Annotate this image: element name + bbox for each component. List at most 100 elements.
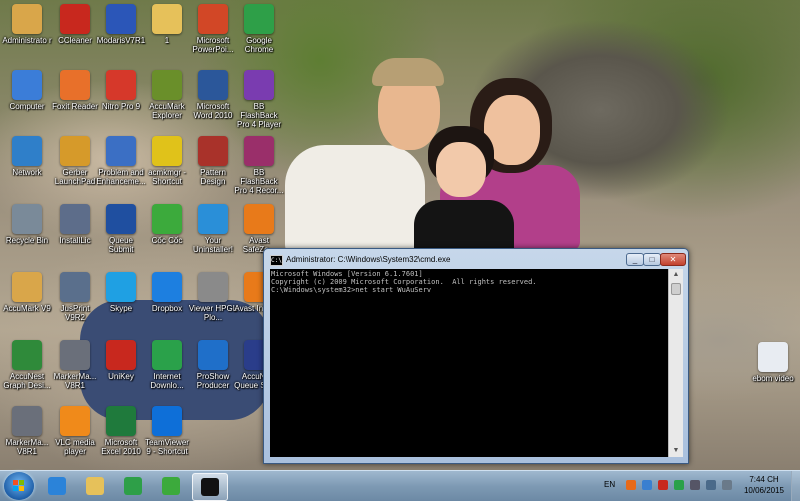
coccoc-icon	[152, 204, 182, 234]
desktop-icon[interactable]: Skype	[96, 272, 146, 313]
installlic-icon	[60, 204, 90, 234]
signal-tray-icon[interactable]	[706, 480, 716, 490]
desktop-icon[interactable]: Dropbox	[142, 272, 192, 313]
vlc-icon	[60, 406, 90, 436]
clock-date: 10/06/2015	[743, 486, 785, 495]
desktop-icon[interactable]: Nitro Pro 9	[96, 70, 146, 111]
desktop-icon[interactable]: BB FlashBack Pro 4 Recor...	[234, 136, 284, 195]
windows-logo-icon	[13, 480, 25, 492]
taskbar-item-internet-explorer[interactable]	[40, 473, 74, 499]
acmkmgr-icon	[152, 136, 182, 166]
desktop-icon[interactable]: Problem and Enhanceme...	[96, 136, 146, 186]
show-desktop-button[interactable]	[791, 471, 800, 501]
desktop-icon[interactable]: InstallLic	[50, 204, 100, 245]
scroll-up-icon[interactable]: ▲	[669, 269, 683, 281]
start-button[interactable]	[4, 472, 34, 500]
desktop-icon[interactable]: VLC media player	[50, 406, 100, 456]
teamviewer-icon	[152, 406, 182, 436]
desktop-icon[interactable]: Your Uninstaller!	[188, 204, 238, 254]
desktop-icon[interactable]: Google Chrome	[234, 4, 284, 54]
desktop-icon[interactable]: AccuNest Graph Desi...	[2, 340, 52, 390]
desktop-icon[interactable]: MarkerMa... V8R1	[2, 406, 52, 456]
jusprint-icon	[60, 272, 90, 302]
clock[interactable]: 7:44 CH 10/06/2015	[738, 474, 790, 496]
desktop-icon[interactable]: acmkmgr - Shortcut	[142, 136, 192, 186]
flag-tray-icon[interactable]	[690, 480, 700, 490]
close-button[interactable]: ✕	[660, 253, 686, 266]
desktop-icon-label: Internet Downlo...	[150, 372, 184, 390]
desktop-icon[interactable]: Network	[2, 136, 52, 177]
cmd-console[interactable]: Microsoft Windows [Version 6.1.7601] Cop…	[270, 269, 668, 457]
desktop-icon[interactable]: Cốc Cốc	[142, 204, 192, 245]
desktop-icon-label: JusPrint V9R2	[60, 304, 90, 322]
taskbar-item-command-prompt[interactable]	[192, 473, 228, 501]
desktop-icon[interactable]: Viewer HPGL Plo...	[188, 272, 238, 322]
language-indicator[interactable]: EN	[604, 480, 615, 489]
accumark-explorer-icon	[152, 70, 182, 100]
accumark-v9-icon	[12, 272, 42, 302]
markermaker-2-icon	[12, 406, 42, 436]
cmd-scrollbar[interactable]: ▲ ▼	[668, 269, 683, 457]
desktop-wallpaper[interactable]: Administrato r CCleaner ModarisV7R1 1 Micros…	[0, 0, 800, 470]
desktop-icon[interactable]: BB FlashBack Pro 4 Player	[234, 70, 284, 129]
desktop-icon[interactable]: 1	[142, 4, 192, 45]
desktop-icon[interactable]: ebom video	[748, 342, 798, 383]
desktop-icon[interactable]: Internet Downlo...	[142, 340, 192, 390]
folder-icon	[152, 4, 182, 34]
taskbar-item-google-chrome[interactable]	[116, 473, 150, 499]
nitro-pro-icon	[106, 70, 136, 100]
desktop-icon[interactable]: Computer	[2, 70, 52, 111]
desktop-icon[interactable]: Microsoft Word 2010	[188, 70, 238, 120]
desktop-icon[interactable]: Foxit Reader	[50, 70, 100, 111]
desktop-icon-label: Recycle Bin	[5, 236, 49, 245]
desktop-icon[interactable]: ModarisV7R1	[96, 4, 146, 45]
desktop-icon-label: Viewer HPGL Plo...	[188, 304, 238, 322]
unikey-tray-icon[interactable]	[658, 480, 668, 490]
desktop-icon[interactable]: JusPrint V9R2	[50, 272, 100, 322]
desktop-icon[interactable]: AccuMark Explorer	[142, 70, 192, 120]
desktop-icon-label: ModarisV7R1	[96, 36, 146, 45]
desktop-icon[interactable]: ProShow Producer	[188, 340, 238, 390]
wallpaper-man-hat	[372, 58, 444, 86]
desktop-icon-label: Microsoft PowerPoi...	[192, 36, 234, 54]
avast-tray-icon[interactable]	[626, 480, 636, 490]
desktop-icon[interactable]: AccuMark V9	[2, 272, 52, 313]
flashback-recorder-icon	[244, 136, 274, 166]
network-tray-icon[interactable]	[642, 480, 652, 490]
desktop-icon[interactable]: Administrato r	[2, 4, 52, 45]
desktop-icon[interactable]: Pattern Design	[188, 136, 238, 186]
foxit-reader-icon	[60, 70, 90, 100]
desktop-icon[interactable]: Queue Submit	[96, 204, 146, 254]
desktop-icon-label: CCleaner	[58, 36, 92, 45]
desktop-icon[interactable]: UniKey	[96, 340, 146, 381]
scroll-thumb[interactable]	[671, 283, 681, 295]
desktop-icon[interactable]: Microsoft Excel 2010	[96, 406, 146, 456]
desktop-icon[interactable]: Avast SafeZo...	[234, 204, 284, 254]
volume-tray-icon[interactable]	[722, 480, 732, 490]
taskbar-item-windows-explorer[interactable]	[78, 473, 112, 499]
wallpaper-child-body	[414, 200, 514, 255]
desktop-icon[interactable]: Microsoft PowerPoi...	[188, 4, 238, 54]
taskbar-item-coccoc[interactable]	[154, 473, 188, 499]
desktop-icon[interactable]: Gerber LaunchPad	[50, 136, 100, 186]
scroll-down-icon[interactable]: ▼	[669, 445, 683, 457]
console-line: Microsoft Windows [Version 6.1.7601]	[271, 270, 423, 278]
cmd-window[interactable]: C:\ Administrator: C:\Windows\System32\c…	[263, 248, 689, 464]
desktop-icon-label: BB FlashBack Pro 4 Recor...	[234, 168, 284, 195]
desktop-icon-label: ProShow Producer	[196, 372, 230, 390]
desktop-icon[interactable]: Recycle Bin	[2, 204, 52, 245]
idm-icon	[152, 340, 182, 370]
windows-explorer-icon	[86, 477, 104, 495]
desktop-icon[interactable]: TeamViewer 9 - Shortcut	[142, 406, 192, 456]
desktop-icon[interactable]: MarkerMa... V8R1	[50, 340, 100, 390]
idm-tray-icon[interactable]	[674, 480, 684, 490]
minimize-button[interactable]: _	[626, 253, 644, 266]
cmd-window-icon[interactable]: C:\	[270, 255, 283, 266]
desktop-icon[interactable]: CCleaner	[50, 4, 100, 45]
clock-time: 7:44 CH	[749, 475, 779, 484]
modaris-icon	[106, 4, 136, 34]
desktop-icon-label: Your Uninstaller!	[192, 236, 233, 254]
cmd-titlebar[interactable]: C:\ Administrator: C:\Windows\System32\c…	[264, 249, 688, 269]
computer-icon	[12, 70, 42, 100]
maximize-button[interactable]: □	[643, 253, 661, 266]
